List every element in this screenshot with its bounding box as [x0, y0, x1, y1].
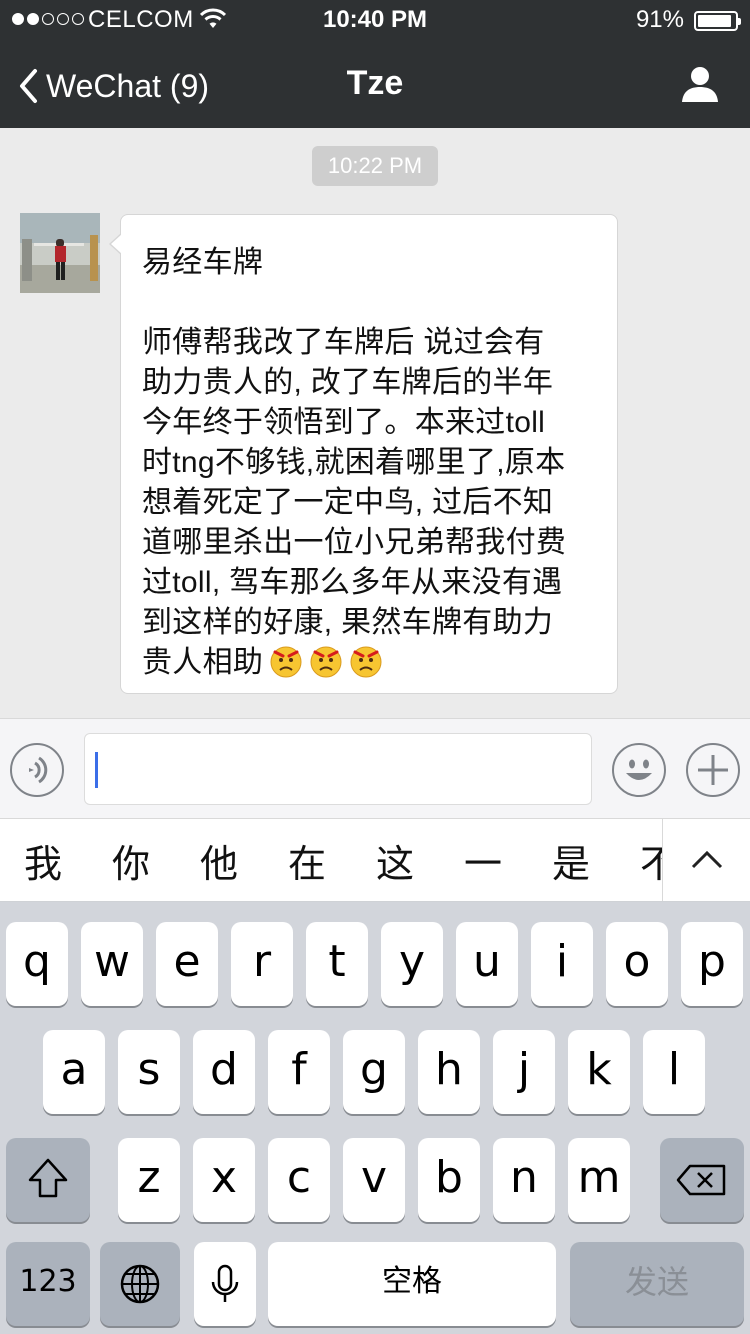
key-m[interactable]: m [568, 1138, 630, 1222]
message-line-text: 想着死定了一定中鸟, 过后不知 [142, 486, 554, 519]
message-line: 易经车牌 [142, 237, 263, 281]
status-bar: CELCOM 10:40 PM 91% [0, 0, 750, 40]
smiley-icon [626, 759, 652, 780]
numbers-key[interactable]: 123 [6, 1242, 90, 1326]
key-a[interactable]: a [43, 1030, 105, 1114]
key-r[interactable]: r [231, 922, 293, 1006]
battery-percent: 91% [635, 6, 684, 33]
message-line-text: 过toll, 驾车那么多年从来没有遇 [142, 566, 563, 599]
voice-icon [29, 756, 48, 784]
key-p[interactable]: p [681, 922, 743, 1006]
globe-icon [120, 1264, 160, 1304]
candidate-word[interactable]: 我 [24, 833, 62, 888]
top-bar: CELCOM 10:40 PM 91% WeChat (9) Tze [0, 0, 750, 128]
candidate-bar: 不是一这在他你我 [0, 818, 750, 902]
message-line-text: 今年终于领悟到了。本来过toll [142, 406, 546, 439]
message-line-text: 道哪里杀出一位小兄弟帮我付费 [142, 526, 567, 559]
plus-icon [698, 755, 728, 785]
candidate-word[interactable]: 一 [464, 833, 502, 888]
key-i[interactable]: i [531, 922, 593, 1006]
emoji-button[interactable] [612, 743, 666, 797]
message-line: 师傅帮我改了车牌后 说过会有 [142, 317, 545, 361]
message-line-text: 到这样的好康, 果然车牌有助力 [142, 606, 554, 639]
key-d[interactable]: d [193, 1030, 255, 1114]
candidate-word[interactable]: 这 [376, 833, 414, 888]
key-k[interactable]: k [568, 1030, 630, 1114]
message-bubble[interactable]: 易经车牌师傅帮我改了车牌后 说过会有 助力贵人的, 改了车牌后的半年 今年终于领悟到… [109, 214, 618, 694]
key-s[interactable]: s [118, 1030, 180, 1114]
angry-face-emoji [309, 644, 343, 686]
delete-icon [676, 1164, 726, 1196]
text-caret [95, 752, 98, 788]
back-button[interactable]: WeChat (9) [18, 64, 209, 108]
angry-face-emoji [269, 644, 303, 686]
candidate-word[interactable]: 他 [200, 833, 238, 888]
key-x[interactable]: x [193, 1138, 255, 1222]
message-line: 想着死定了一定中鸟, 过后不知 [142, 477, 553, 521]
shift-key[interactable] [6, 1138, 90, 1222]
microphone-key[interactable] [194, 1242, 256, 1326]
message-line-text: 时tng不够钱,就困着哪里了,原本 [142, 446, 566, 479]
key-e[interactable]: e [156, 922, 218, 1006]
message-line: 贵人相助 [142, 637, 383, 686]
more-button[interactable] [686, 743, 740, 797]
key-w[interactable]: w [81, 922, 143, 1006]
voice-input-button[interactable] [10, 743, 64, 797]
candidate-word[interactable]: 在 [288, 833, 326, 888]
key-h[interactable]: h [418, 1030, 480, 1114]
message-timestamp: 10:22 PM [312, 146, 438, 186]
key-u[interactable]: u [456, 922, 518, 1006]
microphone-icon [211, 1264, 239, 1302]
key-c[interactable]: c [268, 1138, 330, 1222]
message-line: 今年终于领悟到了。本来过toll [142, 397, 545, 441]
message-input[interactable] [84, 733, 592, 805]
input-bar [0, 718, 750, 818]
key-f[interactable]: f [268, 1030, 330, 1114]
message-line-text: 易经车牌 [142, 246, 264, 279]
chevron-up-icon [691, 850, 723, 869]
expand-candidates-button[interactable] [662, 819, 750, 901]
key-l[interactable]: l [643, 1030, 705, 1114]
send-key[interactable]: 发送 [570, 1242, 744, 1326]
key-n[interactable]: n [493, 1138, 555, 1222]
space-key[interactable]: 空格 [268, 1242, 556, 1326]
key-t[interactable]: t [306, 922, 368, 1006]
key-j[interactable]: j [493, 1030, 555, 1114]
person-icon[interactable] [680, 64, 720, 109]
message-line: 道哪里杀出一位小兄弟帮我付费 [142, 517, 566, 561]
candidate-word[interactable]: 是 [552, 833, 590, 888]
message-line: 到这样的好康, 果然车牌有助力 [142, 597, 553, 641]
message-line-text: 师傅帮我改了车牌后 说过会有 [142, 326, 545, 359]
avatar[interactable] [20, 213, 100, 293]
back-button-label: WeChat (9) [46, 67, 210, 104]
message-line-text: 贵人相助 [142, 646, 264, 679]
key-b[interactable]: b [418, 1138, 480, 1222]
key-y[interactable]: y [381, 922, 443, 1006]
message-line: 助力贵人的, 改了车牌后的半年 [142, 357, 553, 401]
key-g[interactable]: g [343, 1030, 405, 1114]
candidate-word[interactable]: 你 [112, 833, 150, 888]
message-line: 时tng不够钱,就困着哪里了,原本 [142, 437, 565, 481]
chevron-left-icon [20, 69, 37, 103]
angry-face-emoji [349, 644, 383, 686]
message-line: 过toll, 驾车那么多年从来没有遇 [142, 557, 562, 601]
delete-key[interactable] [660, 1138, 744, 1222]
shift-icon [28, 1158, 68, 1198]
key-q[interactable]: q [6, 922, 68, 1006]
battery-icon [694, 11, 741, 31]
globe-key[interactable] [100, 1242, 180, 1326]
keyboard: 123 空格 发送 qwertyuiop asdfghjkl zxcvbnm [0, 902, 750, 1334]
key-z[interactable]: z [118, 1138, 180, 1222]
message-line-text: 助力贵人的, 改了车牌后的半年 [142, 366, 554, 399]
key-v[interactable]: v [343, 1138, 405, 1222]
key-o[interactable]: o [606, 922, 668, 1006]
